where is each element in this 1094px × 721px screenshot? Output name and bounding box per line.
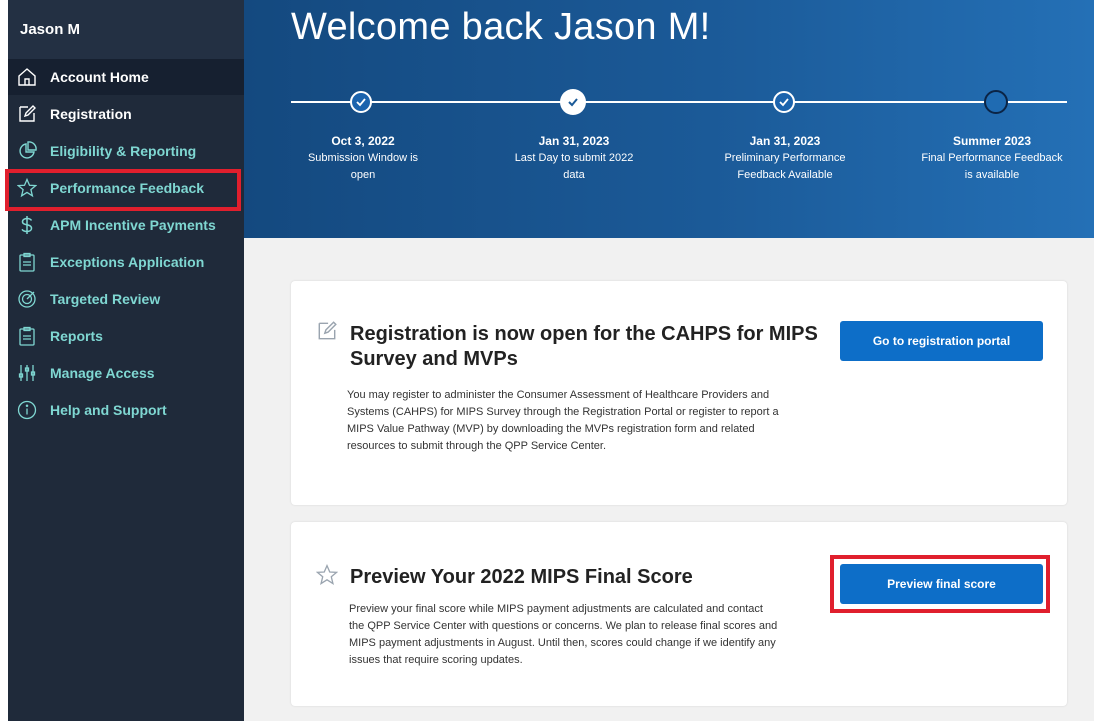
timeline-step: Jan 31, 2023 Preliminary Performance Fee…: [700, 133, 870, 184]
info-icon: [17, 400, 37, 420]
sidebar-item-account-home[interactable]: Account Home: [8, 59, 244, 95]
step-description: Preliminary Performance Feedback Availab…: [724, 152, 846, 181]
card-title: Preview Your 2022 MIPS Final Score: [350, 566, 693, 588]
timeline-step: Jan 31, 2023 Last Day to submit 2022 dat…: [489, 133, 659, 184]
step-date: Oct 3, 2022: [331, 134, 395, 148]
clipboard-icon: [17, 326, 37, 346]
timeline-line-completed: [291, 101, 588, 103]
card-description: You may register to administer the Consu…: [347, 389, 779, 452]
sidebar-item-label: Eligibility & Reporting: [50, 143, 197, 159]
step-description: Submission Window is open: [307, 152, 419, 181]
sidebar-item-registration[interactable]: Registration: [8, 96, 244, 132]
timeline-node-current: [560, 89, 586, 115]
edit-icon: [318, 321, 337, 340]
sidebar-item-performance-feedback[interactable]: Performance Feedback: [8, 170, 244, 206]
step-description: Final Performance Feedback is available: [921, 152, 1063, 181]
sliders-icon: [17, 363, 37, 383]
check-icon: [568, 98, 578, 107]
dollar-icon: [17, 215, 37, 235]
timeline-step: Oct 3, 2022 Submission Window is open: [278, 133, 448, 184]
preview-final-score-card: Preview Your 2022 MIPS Final Score Previ…: [291, 522, 1067, 706]
main-content: Welcome back Jason M! Oct 3, 2022 Submis…: [244, 0, 1094, 721]
timeline-node-completed: [350, 91, 372, 113]
sidebar-item-label: Reports: [50, 328, 103, 344]
sidebar-item-label: Account Home: [50, 69, 149, 85]
check-icon: [779, 98, 789, 107]
sidebar-item-apm-incentive-payments[interactable]: APM Incentive Payments: [8, 207, 244, 243]
sidebar-item-label: APM Incentive Payments: [50, 217, 216, 233]
sidebar-item-help-and-support[interactable]: Help and Support: [8, 392, 244, 428]
registration-card: Registration is now open for the CAHPS f…: [291, 281, 1067, 505]
step-date: Jan 31, 2023: [538, 134, 610, 148]
star-icon: [17, 178, 37, 198]
check-icon: [356, 98, 366, 107]
card-description: Preview your final score while MIPS paym…: [349, 603, 778, 666]
clipboard-icon: [17, 252, 37, 272]
go-to-registration-portal-button[interactable]: Go to registration portal: [840, 321, 1043, 361]
home-icon: [17, 67, 37, 87]
edit-icon: [17, 104, 37, 124]
sidebar-item-targeted-review[interactable]: Targeted Review: [8, 281, 244, 317]
timeline-step: Summer 2023 Final Performance Feedback i…: [912, 133, 1072, 184]
pie-chart-icon: [17, 141, 37, 161]
sidebar-item-label: Help and Support: [50, 402, 167, 418]
sidebar-item-label: Registration: [50, 106, 132, 122]
sidebar-item-label: Performance Feedback: [50, 180, 205, 196]
timeline-node-pending: [984, 90, 1008, 114]
welcome-banner: Welcome back Jason M! Oct 3, 2022 Submis…: [244, 0, 1094, 238]
star-icon: [316, 564, 338, 586]
card-title: Registration is now open for the CAHPS f…: [350, 323, 818, 370]
sidebar-item-label: Targeted Review: [50, 291, 161, 307]
page-title: Welcome back Jason M!: [291, 6, 711, 48]
sidebar-item-eligibility-reporting[interactable]: Eligibility & Reporting: [8, 133, 244, 169]
sidebar-item-exceptions-application[interactable]: Exceptions Application: [8, 244, 244, 280]
timeline-line-pending: [785, 101, 985, 103]
sidebar-item-manage-access[interactable]: Manage Access: [8, 355, 244, 391]
sidebar-item-label: Manage Access: [50, 365, 155, 381]
timeline-line-completed: [588, 101, 785, 103]
user-name: Jason M: [8, 0, 244, 60]
timeline-node-completed: [773, 91, 795, 113]
step-description: Last Day to submit 2022 data: [514, 152, 634, 181]
preview-final-score-button[interactable]: Preview final score: [840, 564, 1043, 604]
sidebar: Jason M Account Home Registration Eligib…: [8, 0, 244, 721]
step-date: Summer 2023: [952, 134, 1032, 148]
step-date: Jan 31, 2023: [749, 134, 821, 148]
target-icon: [17, 289, 37, 309]
sidebar-item-label: Exceptions Application: [50, 254, 205, 270]
sidebar-item-reports[interactable]: Reports: [8, 318, 244, 354]
